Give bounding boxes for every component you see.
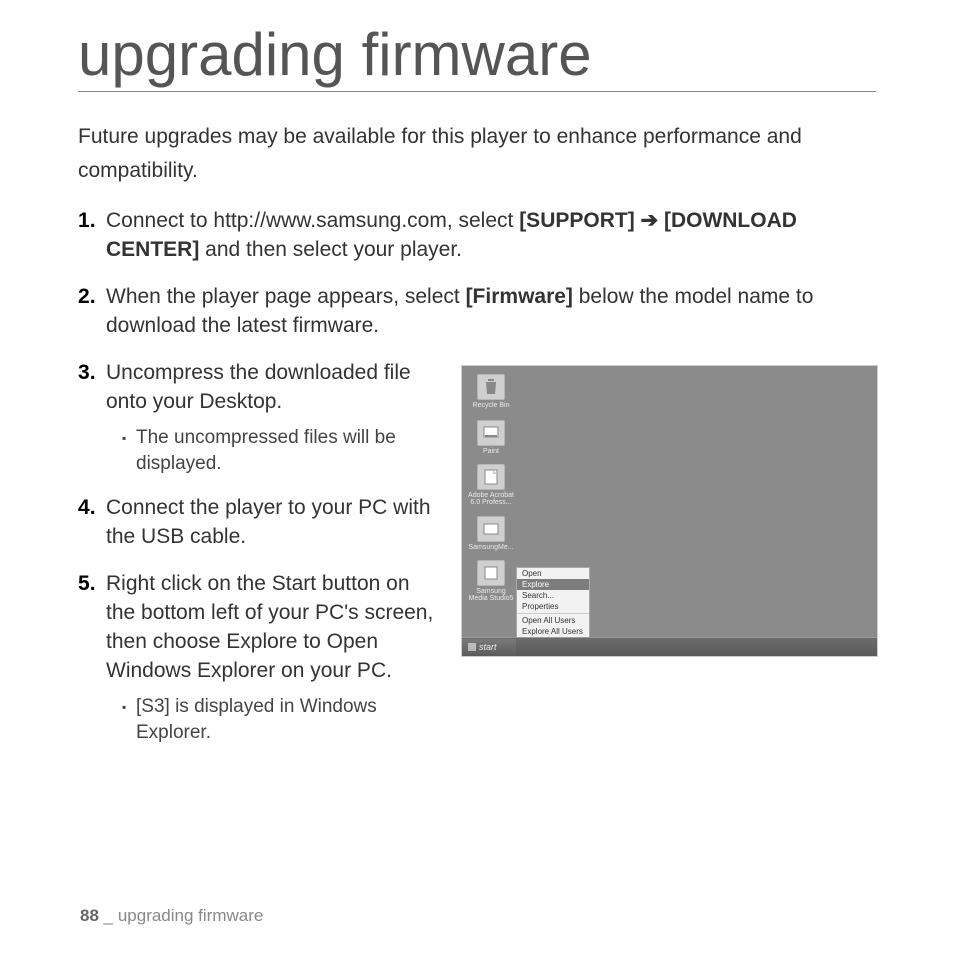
menu-separator	[517, 613, 589, 614]
arrow-icon: ➔	[635, 209, 664, 232]
icon-label: SamsungMe...	[466, 544, 516, 551]
step-4: Connect the player to your PC with the U…	[78, 494, 437, 552]
step-5: Right click on the Start button on the b…	[78, 570, 437, 745]
menu-item-open[interactable]: Open	[517, 568, 589, 579]
icon-label: Samsung Media Studio5	[466, 588, 516, 603]
step-text: and then select your player.	[199, 238, 462, 261]
icon-label: Adobe Acrobat 6.0 Profess...	[466, 492, 516, 507]
right-column: Recycle Bin Paint Adobe Acrobat 6.0 Prof…	[461, 365, 876, 763]
menu-item-open-all-users[interactable]: Open All Users	[517, 615, 589, 626]
step-3: Uncompress the downloaded file onto your…	[78, 359, 437, 476]
intro-paragraph: Future upgrades may be available for thi…	[78, 120, 876, 187]
start-button[interactable]: start	[462, 639, 516, 656]
footer-sep: _	[99, 906, 118, 925]
taskbar	[462, 637, 877, 656]
icon-label: Paint	[466, 448, 516, 455]
page-title: upgrading firmware	[78, 20, 876, 92]
step-text: Connect to http://www.samsung.com, selec…	[106, 209, 519, 232]
step-list: Connect to http://www.samsung.com, selec…	[78, 207, 876, 341]
step-2: When the player page appears, select [Fi…	[78, 283, 876, 341]
left-column: Uncompress the downloaded file onto your…	[78, 359, 437, 763]
menu-item-explore[interactable]: Explore	[517, 579, 589, 590]
paint-icon	[477, 420, 505, 446]
icon-label: Recycle Bin	[466, 402, 516, 409]
step-text: Uncompress the downloaded file onto your…	[106, 361, 411, 413]
desktop-icon-acrobat: Adobe Acrobat 6.0 Profess...	[466, 464, 516, 507]
step-text: When the player page appears, select	[106, 285, 466, 308]
menu-item-properties[interactable]: Properties	[517, 601, 589, 612]
menu-item-explore-all-users[interactable]: Explore All Users	[517, 626, 589, 637]
step-list-cont: Uncompress the downloaded file onto your…	[78, 359, 437, 745]
context-menu[interactable]: Open Explore Search... Properties Open A…	[516, 567, 590, 638]
desktop-icon-media-studio: Samsung Media Studio5	[466, 560, 516, 603]
manual-page: upgrading firmware Future upgrades may b…	[0, 0, 954, 763]
page-number: 88	[80, 906, 99, 925]
sub-item: The uncompressed files will be displayed…	[122, 425, 437, 476]
support-label: [SUPPORT]	[519, 209, 635, 232]
step-text: Connect the player to your PC with the U…	[106, 496, 431, 548]
app-icon	[477, 560, 505, 586]
file-icon	[477, 464, 505, 490]
footer-section: upgrading firmware	[118, 906, 264, 925]
recycle-bin-icon	[477, 374, 505, 400]
step-text: Right click on the Start button on the b…	[106, 572, 433, 682]
app-icon	[477, 516, 505, 542]
menu-item-search[interactable]: Search...	[517, 590, 589, 601]
sub-list: [S3] is displayed in Windows Explorer.	[106, 694, 437, 745]
step-1: Connect to http://www.samsung.com, selec…	[78, 207, 876, 265]
firmware-label: [Firmware]	[466, 285, 573, 308]
desktop-icon-samsungme: SamsungMe...	[466, 516, 516, 551]
sub-list: The uncompressed files will be displayed…	[106, 425, 437, 476]
desktop-icon-paint: Paint	[466, 420, 516, 455]
desktop-screenshot: Recycle Bin Paint Adobe Acrobat 6.0 Prof…	[461, 365, 878, 657]
desktop-icon-recycle-bin: Recycle Bin	[466, 374, 516, 409]
page-footer: 88 _ upgrading firmware	[80, 906, 263, 926]
two-column: Uncompress the downloaded file onto your…	[78, 359, 876, 763]
sub-item: [S3] is displayed in Windows Explorer.	[122, 694, 437, 745]
